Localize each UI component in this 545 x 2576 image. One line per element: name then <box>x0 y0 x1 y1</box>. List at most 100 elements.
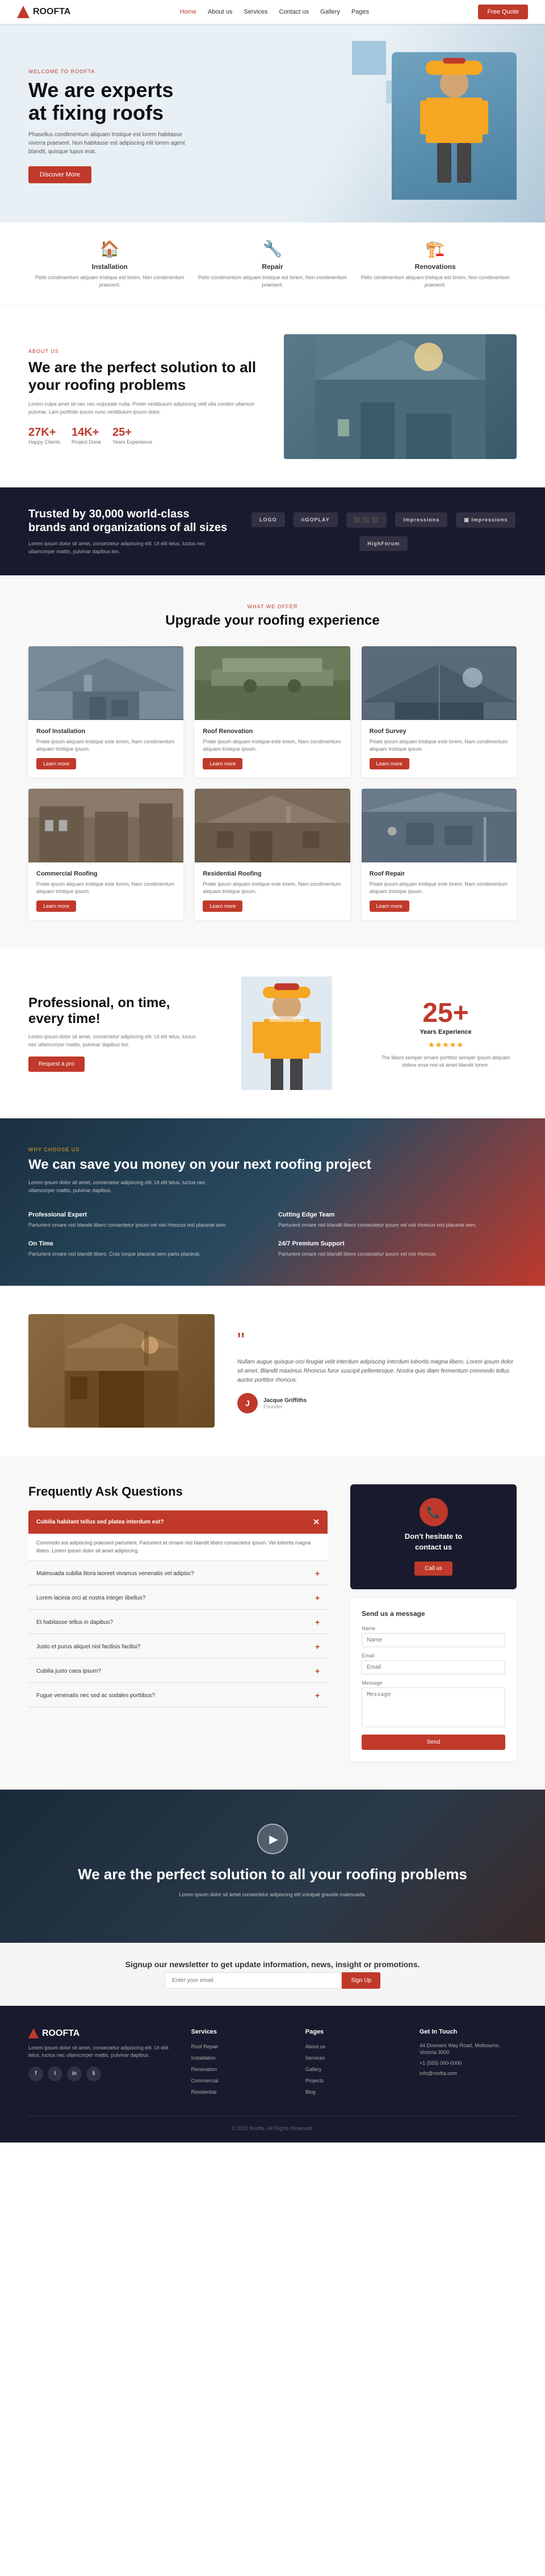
feature-desc-2: Parturient ornare nisl blandit libero co… <box>278 1222 517 1229</box>
learn-more-btn-4[interactable]: Learn more <box>36 900 76 912</box>
service-renovations-desc: Pello condimentum aliquam tristique est … <box>354 274 517 288</box>
nav-contact[interactable]: Contact us <box>279 9 309 15</box>
nav-about[interactable]: About us <box>208 9 232 15</box>
play-button[interactable]: ▶ <box>257 1824 288 1854</box>
worker-illustration <box>409 58 500 194</box>
footer-page-3: Gallery <box>305 2065 403 2073</box>
professional-stats: 25+ Years Experience ★★★★★ The libero se… <box>375 997 517 1070</box>
save-top: Why choose us We can save you money on y… <box>28 1147 517 1194</box>
save-title: We can save you money on your next roofi… <box>28 1157 517 1173</box>
footer-link-5: Residential <box>191 2087 288 2095</box>
form-name-input[interactable] <box>362 1633 505 1647</box>
service-item-installation: 🏠 Installation Pello condimentum aliquam… <box>28 239 191 288</box>
learn-more-btn-3[interactable]: Learn more <box>370 758 409 769</box>
feature-professional-expert: Professional Expert Parturient ornare ni… <box>28 1211 267 1229</box>
stat-projects-num: 14K+ <box>72 426 101 439</box>
learn-more-btn-6[interactable]: Learn more <box>370 900 409 912</box>
service-card-title-3: Roof Survey <box>370 728 509 735</box>
footer-services-col: Services Roof Repair Installation Renova… <box>191 2028 288 2099</box>
perfect-desc: Lorem culpa amet sit nec nec vulputate n… <box>28 401 261 416</box>
trusted-logos: LOGO iiGOPLAY ⬛ ⬛ ⬛ Impressions ▦ Impres… <box>250 512 517 551</box>
footer-link-residential[interactable]: Residential <box>191 2089 217 2095</box>
free-quote-button[interactable]: Free Quote <box>478 5 528 19</box>
hero-decoration-1 <box>352 41 386 75</box>
perfect-right-image <box>284 334 517 459</box>
faq-item-7: Fugue venenatis nec sed ac sodales portt… <box>28 1684 328 1707</box>
faq-question-4[interactable]: Et habitasse tellus in dapibus? + <box>28 1611 328 1634</box>
hero-title-line2: at fixing roofs <box>28 101 164 124</box>
feature-cutting-edge: Cutting Edge Team Parturient ornare nisl… <box>278 1211 517 1229</box>
faq-q-text-6: Cubilia justo caea ipsum? <box>36 1668 101 1674</box>
nav-gallery[interactable]: Gallery <box>320 9 340 15</box>
service-card-desc-4: Priate ipsum aliquam tristique este lore… <box>36 881 175 895</box>
learn-more-btn-5[interactable]: Learn more <box>203 900 242 912</box>
faq-question-1[interactable]: Cubilia habitant tellus sed platea inter… <box>28 1510 328 1534</box>
footer-page-5: Blog <box>305 2087 403 2095</box>
service-card-title-2: Roof Renovation <box>203 728 342 735</box>
testimonial-quote: Nullam augue quisque orci feugiat velit … <box>237 1358 517 1385</box>
footer-page-services[interactable]: Services <box>305 2055 325 2061</box>
faq-right: 📞 Don't hesitate to contact us Call us S… <box>350 1484 517 1761</box>
contact-card-call-button[interactable]: Call us <box>414 1561 452 1576</box>
footer-logo: ROOFTA <box>28 2028 174 2039</box>
footer-page-projects[interactable]: Projects <box>305 2078 324 2083</box>
faq-q-text-3: Lorem lacinia orci at nostra integer lib… <box>36 1595 145 1601</box>
social-facebook-icon[interactable]: f <box>28 2066 43 2081</box>
request-pro-button[interactable]: Request a pro <box>28 1057 85 1072</box>
upgrade-title: Upgrade your roofing experience <box>28 613 517 629</box>
form-submit-button[interactable]: Send <box>362 1735 505 1750</box>
footer-link-commercial[interactable]: Commercial <box>191 2078 219 2083</box>
service-card-img-2 <box>195 646 350 720</box>
footer-services-title: Services <box>191 2028 288 2035</box>
footer-link-installation[interactable]: Installation <box>191 2055 216 2061</box>
social-instagram-icon[interactable]: in <box>67 2066 82 2081</box>
form-email-input[interactable] <box>362 1660 505 1674</box>
faq-question-5[interactable]: Justo et purus aliquet nisl facilisis fa… <box>28 1635 328 1658</box>
service-card-desc-2: Priate ipsum aliquam tristique este lore… <box>203 738 342 752</box>
footer-page-blog[interactable]: Blog <box>305 2089 316 2095</box>
faq-toggle-3: + <box>315 1593 320 1602</box>
social-twitter-icon[interactable]: t <box>48 2066 62 2081</box>
hero-description: Phasellus condimentum aliquam tristique … <box>28 131 187 156</box>
form-title: Send us a message <box>362 1610 505 1618</box>
faq-question-7[interactable]: Fugue venenatis nec sed ac sodales portt… <box>28 1684 328 1707</box>
faq-question-2[interactable]: Malesuada cubilia litora laoreet vivamus… <box>28 1562 328 1585</box>
footer-link-roof-repair[interactable]: Roof Repair <box>191 2044 219 2049</box>
hero-cta-button[interactable]: Discover More <box>28 166 91 183</box>
play-icon: ▶ <box>269 1832 278 1846</box>
service-card-body-2: Roof Renovation Priate ipsum aliquam tri… <box>195 720 350 777</box>
learn-more-btn-1[interactable]: Learn more <box>36 758 76 769</box>
newsletter-signup-button[interactable]: Sign Up <box>342 1972 380 1989</box>
faq-item-1: Cubilia habitant tellus sed platea inter… <box>28 1510 328 1561</box>
logo[interactable]: ROOFTA <box>17 6 70 18</box>
nav-home[interactable]: Home <box>180 9 196 15</box>
faq-question-6[interactable]: Cubilia justo caea ipsum? + <box>28 1660 328 1682</box>
form-message-textarea[interactable] <box>362 1687 505 1727</box>
faq-q-text-2: Malesuada cubilia litora laoreet vivamus… <box>36 1571 194 1577</box>
nav-pages[interactable]: Pages <box>351 9 369 15</box>
hero-image <box>272 52 517 200</box>
footer-page-gallery[interactable]: Gallery <box>305 2066 322 2072</box>
footer-link-renovation[interactable]: Renovation <box>191 2066 217 2072</box>
save-desc: Lorem ipsum dolor sit amet, consectetur … <box>28 1179 227 1194</box>
learn-more-btn-2[interactable]: Learn more <box>203 758 242 769</box>
faq-toggle-6: + <box>315 1666 320 1676</box>
footer-page-about[interactable]: About us <box>305 2044 326 2049</box>
feature-title-1: Professional Expert <box>28 1211 267 1218</box>
social-linkedin-icon[interactable]: li <box>86 2066 101 2081</box>
newsletter-email-input[interactable] <box>165 1972 342 1989</box>
contact-card-title-line2: contact us <box>364 1543 503 1551</box>
contact-card-icon: 📞 <box>420 1498 448 1526</box>
faq-q-text-5: Justo et purus aliquet nisl facilisis fa… <box>36 1644 140 1650</box>
service-repair-desc: Pello condimentum aliquam tristique est … <box>191 274 354 288</box>
footer-link-1: Roof Repair <box>191 2042 288 2050</box>
save-subtitle: Why choose us <box>28 1147 517 1152</box>
faq-toggle-7: + <box>315 1691 320 1700</box>
service-card-desc-5: Priate ipsum aliquam tristique este lore… <box>203 881 342 895</box>
feature-title-3: On Time <box>28 1240 267 1247</box>
professional-number-label: Years Experience <box>375 1029 517 1036</box>
nav-services[interactable]: Services <box>244 9 267 15</box>
footer-bottom: © 2023 Roofta. All Rights Reserved. <box>28 2116 517 2131</box>
footer-brand-desc: Lorem ipsum dolor sit amet, consectetur … <box>28 2044 174 2060</box>
faq-question-3[interactable]: Lorem lacinia orci at nostra integer lib… <box>28 1586 328 1609</box>
